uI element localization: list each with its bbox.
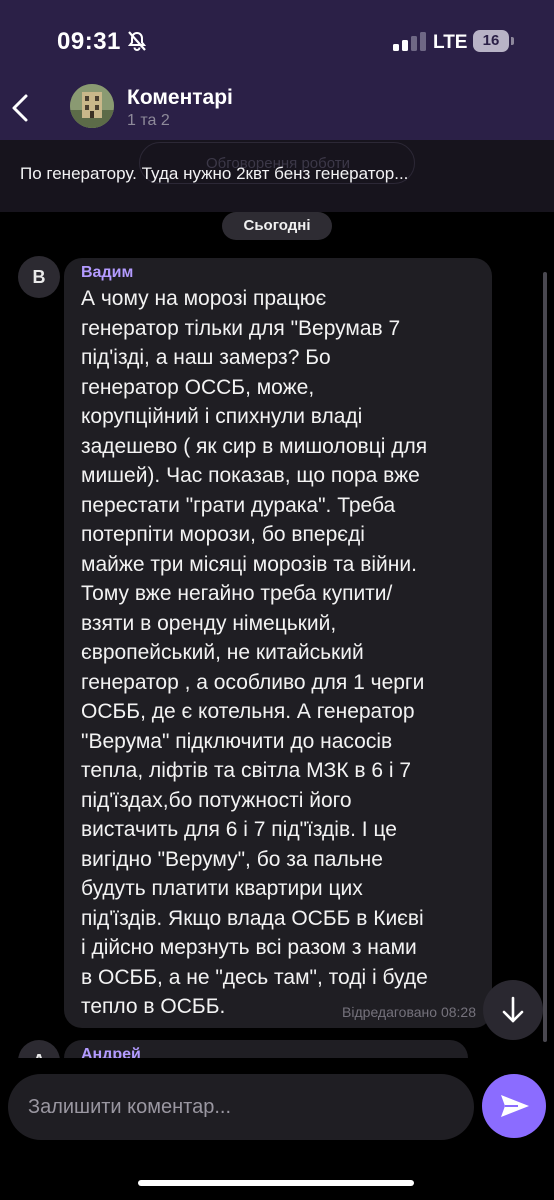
edited-label: Відредаговано — [342, 1004, 438, 1020]
send-button[interactable] — [482, 1074, 546, 1138]
page-subtitle: 1 та 2 — [127, 112, 170, 129]
battery-level: 16 — [473, 30, 509, 52]
scroll-down-button[interactable] — [483, 980, 543, 1040]
signal-icon — [393, 32, 426, 51]
message-author[interactable]: Вадим — [81, 264, 133, 282]
pinned-message-bar[interactable]: Обговорення роботи По генератору. Туда н… — [0, 140, 554, 212]
page-title: Коментарі — [127, 86, 233, 109]
pinned-text: По генератору. Туда нужно 2квт бенз гене… — [20, 164, 409, 183]
message-text: А чому на морозі працює генератор тільки… — [81, 287, 428, 1018]
composer — [0, 1058, 554, 1200]
building-photo-icon — [70, 84, 114, 128]
scrollbar[interactable] — [543, 272, 547, 1042]
comment-input[interactable] — [8, 1074, 474, 1140]
network-type: LTE — [433, 32, 468, 53]
send-icon — [501, 1095, 529, 1117]
date-separator: Сьогодні — [222, 212, 332, 240]
top-bar: 09:31 LTE 16 Коментарі 1 та 2 — [0, 0, 554, 140]
message-bubble[interactable]: Вадим А чому на морозі працює генератор … — [64, 258, 492, 1028]
bell-muted-icon — [127, 31, 147, 51]
battery-icon: 16 — [473, 30, 523, 52]
battery-nub — [511, 37, 514, 45]
chat-avatar[interactable] — [70, 84, 114, 128]
nav-bar: Коментарі 1 та 2 — [0, 80, 554, 140]
message-time: 08:28 — [440, 1004, 476, 1020]
home-indicator — [138, 1180, 414, 1186]
status-bar: 09:31 LTE 16 — [0, 0, 554, 80]
back-arrow-icon[interactable] — [6, 90, 36, 126]
avatar[interactable]: В — [18, 256, 60, 298]
message-meta: Відредаговано 08:28 — [342, 1004, 476, 1020]
status-time: 09:31 — [57, 28, 121, 55]
arrow-down-icon — [502, 996, 524, 1023]
